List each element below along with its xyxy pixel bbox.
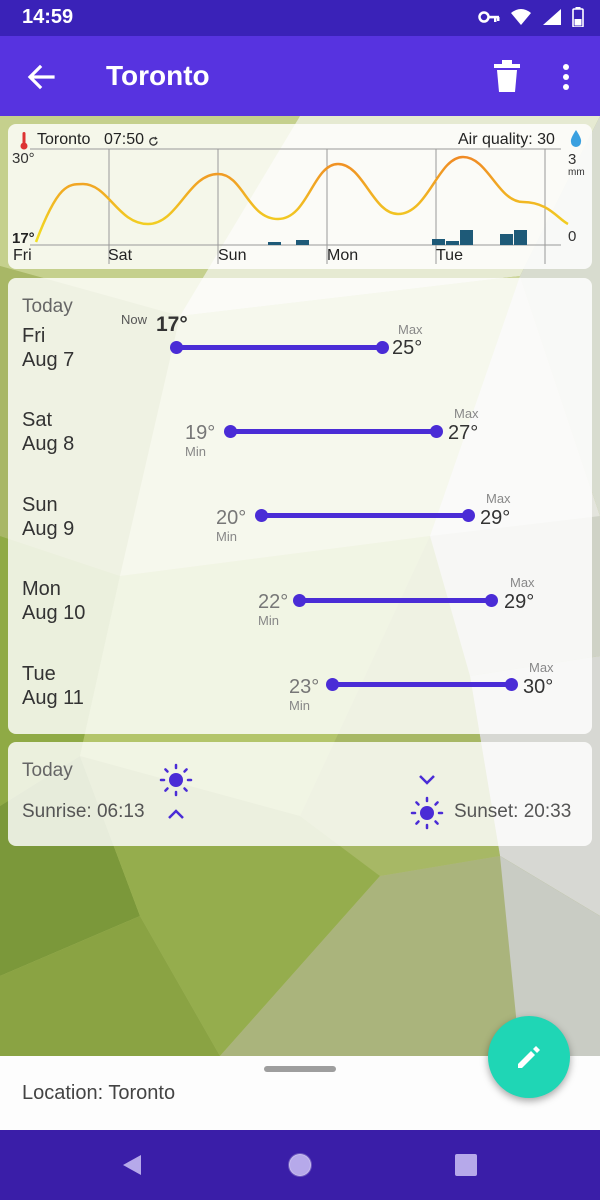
max-temp: 29° [480, 507, 511, 529]
min-temp: 22° [258, 591, 289, 613]
nav-recents-icon[interactable] [455, 1154, 477, 1176]
nav-home-icon[interactable] [286, 1151, 314, 1179]
max-dot [485, 594, 498, 607]
daily-forecast-card[interactable]: Today Fri Aug 7 Now 17° Max 25° Sat Aug … [8, 278, 592, 734]
back-arrow-icon[interactable] [26, 62, 56, 92]
day-name: Mon [22, 578, 61, 600]
min-label: Min [289, 698, 310, 713]
rain-bar [446, 241, 459, 245]
chart-day-label: Sat [108, 247, 133, 264]
temp-range-bar [332, 682, 512, 687]
sunrise-sun-icon [159, 763, 193, 797]
now-label: Now [121, 312, 148, 327]
sunset-time: Sunset: 20:33 [454, 801, 572, 822]
chart-day-label: Tue [436, 247, 463, 264]
rain-bar [268, 242, 281, 245]
signal-icon [543, 9, 561, 25]
rain-bar [500, 234, 513, 245]
status-icons [478, 7, 584, 27]
day-date: Aug 7 [22, 349, 75, 371]
app-bar: Toronto [0, 36, 600, 116]
pencil-icon [518, 1046, 540, 1068]
day-date: Aug 9 [22, 518, 75, 540]
day-date: Aug 10 [22, 602, 86, 624]
min-label: Min [216, 529, 237, 544]
max-temp: 30° [523, 676, 554, 698]
rain-bar [296, 240, 309, 245]
temp-range-bar [299, 598, 493, 603]
sunrise-time: Sunrise: 06:13 [22, 801, 145, 822]
chart-day-label: Fri [13, 247, 32, 264]
max-temp: 27° [448, 422, 479, 444]
day-date: Aug 8 [22, 433, 75, 455]
now-temp: 17° [156, 313, 188, 336]
chevron-down-icon [419, 775, 435, 785]
page-title: Toronto [106, 60, 210, 91]
min-temp: 23° [289, 676, 320, 698]
max-label: Max [486, 491, 511, 506]
day-name: Fri [22, 325, 46, 347]
day-name: Sun [22, 494, 58, 516]
max-label: Max [510, 575, 535, 590]
edit-fab-button[interactable] [488, 1016, 570, 1098]
wifi-icon [511, 9, 531, 25]
day-name: Tue [22, 663, 56, 685]
min-label: Min [258, 613, 279, 628]
day-name: Sat [22, 409, 53, 431]
sun-card[interactable]: Today Sunrise: 06:13 Sunset: 20:33 [8, 742, 592, 846]
max-dot [430, 425, 443, 438]
temperature-chart [30, 148, 569, 264]
temp-range-bar [176, 345, 383, 350]
min-label: Min [185, 444, 206, 459]
delete-icon[interactable] [494, 60, 520, 92]
max-dot [505, 678, 518, 691]
temp-range-bar [261, 513, 469, 518]
max-label: Max [529, 660, 554, 675]
chevron-up-icon [168, 809, 184, 819]
chart-day-label: Sun [218, 247, 247, 264]
today-label: Today [22, 296, 73, 317]
rain-bar [460, 230, 473, 245]
battery-icon [572, 7, 584, 27]
status-time: 14:59 [22, 6, 74, 28]
max-dot [376, 341, 389, 354]
temperature-line [34, 155, 569, 243]
rain-bar [432, 239, 445, 245]
max-dot [462, 509, 475, 522]
max-label: Max [398, 322, 423, 337]
max-label: Max [454, 406, 479, 421]
drag-handle[interactable] [264, 1066, 336, 1072]
sun-today-label: Today [22, 760, 73, 781]
rain-bar [514, 230, 527, 245]
max-temp: 29° [504, 591, 535, 613]
min-temp: 19° [185, 422, 216, 444]
min-temp: 20° [216, 507, 247, 529]
system-nav-bar [0, 1130, 600, 1200]
location-label: Location: Toronto [22, 1082, 176, 1104]
max-temp: 25° [392, 337, 423, 359]
vpn-key-icon [478, 11, 500, 23]
chart-day-label: Mon [327, 247, 359, 264]
nav-back-icon[interactable] [120, 1153, 144, 1177]
hourly-forecast-card[interactable]: Toronto 07:50 Air quality: 30 30° 17° 3 … [8, 124, 592, 269]
status-bar: 14:59 [0, 0, 600, 36]
sunset-sun-icon [410, 796, 444, 830]
day-date: Aug 11 [22, 687, 84, 709]
more-options-icon[interactable] [556, 62, 576, 92]
temp-range-bar [230, 429, 437, 434]
